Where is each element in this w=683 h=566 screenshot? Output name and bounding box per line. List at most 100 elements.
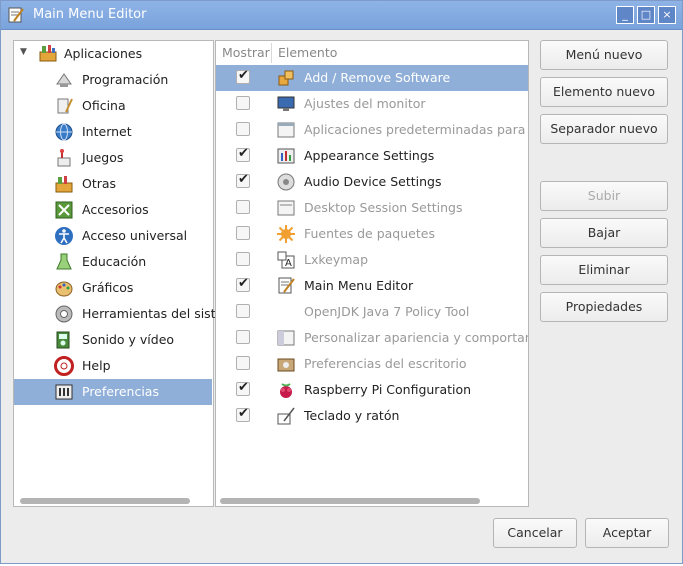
items-list[interactable]: Mostrar Elemento ✔ Add / Remove Software A… [215, 40, 529, 507]
sidebar-item[interactable]: Programación [14, 67, 212, 93]
list-item-label: Main Menu Editor [304, 278, 414, 293]
check-icon: ✔ [238, 276, 249, 291]
list-item[interactable]: ✔ Teclado y ratón [216, 403, 528, 429]
audio-icon [277, 173, 295, 191]
delete-button[interactable]: Eliminar [540, 255, 668, 285]
new-separator-button[interactable]: Separador nuevo [540, 114, 668, 144]
sidebar-item-label: Acceso universal [82, 228, 188, 243]
check-icon: ✔ [238, 172, 249, 187]
sound-video-icon [56, 331, 70, 349]
list-item[interactable]: ✔ Add / Remove Software [216, 65, 528, 91]
list-item-label: Add / Remove Software [304, 70, 451, 85]
list-item-label: Personalizar apariencia y comportamiento [304, 330, 528, 345]
list-item[interactable]: Desktop Session Settings [216, 195, 528, 221]
sidebar-item-label: Oficina [82, 98, 126, 113]
list-horizontal-scrollbar[interactable] [220, 498, 480, 504]
show-checkbox[interactable] [236, 226, 250, 240]
show-checkbox[interactable]: ✔ [236, 406, 250, 422]
desktop-prefs-icon [277, 358, 295, 372]
show-checkbox[interactable] [236, 330, 250, 344]
accessibility-icon [55, 227, 73, 245]
move-up-button[interactable]: Subir [540, 181, 668, 211]
sidebar-item-label: Educación [82, 254, 147, 269]
tree-root-aplicaciones[interactable]: ▼ Aplicaciones [14, 41, 212, 67]
accessories-icon [55, 201, 73, 219]
show-checkbox[interactable] [236, 304, 250, 318]
programming-icon [56, 73, 72, 87]
sidebar-item[interactable]: Juegos [14, 145, 212, 171]
list-item-label: Audio Device Settings [304, 174, 442, 189]
minimize-button[interactable]: _ [616, 6, 634, 24]
show-checkbox[interactable]: ✔ [236, 146, 250, 162]
show-checkbox[interactable] [236, 122, 250, 136]
preferences-icon [55, 384, 73, 400]
maximize-button[interactable]: □ [637, 6, 655, 24]
raspberry-icon [280, 383, 292, 398]
education-icon [56, 253, 72, 270]
monitor-icon [277, 96, 295, 111]
sidebar-item[interactable]: Otras [14, 171, 212, 197]
show-checkbox[interactable] [236, 200, 250, 214]
show-checkbox[interactable]: ✔ [236, 172, 250, 188]
keyboard-mouse-icon [277, 407, 295, 425]
graphics-icon [55, 281, 73, 297]
office-icon [57, 98, 73, 114]
appearance-icon [277, 148, 295, 164]
list-item-label: Raspberry Pi Configuration [304, 382, 472, 397]
sidebar-item-label: Accesorios [82, 202, 149, 217]
list-item-label: Aplicaciones predeterminadas para LXSess… [304, 122, 528, 137]
new-item-button[interactable]: Elemento nuevo [540, 77, 668, 107]
sidebar-item[interactable]: Educación [14, 249, 212, 275]
sidebar-item[interactable]: Herramientas del sistema [14, 301, 243, 327]
internet-icon [55, 123, 73, 141]
check-icon: ✔ [238, 406, 249, 421]
sidebar-item[interactable]: Accesorios [14, 197, 212, 223]
sidebar-item-label: Otras [82, 176, 117, 191]
list-item-label: Appearance Settings [304, 148, 435, 163]
show-checkbox[interactable] [236, 252, 250, 266]
list-item[interactable]: ✔ Audio Device Settings [216, 169, 528, 195]
sidebar-item[interactable]: Acceso universal [14, 223, 212, 249]
sidebar-item-label: Sonido y vídeo [82, 332, 175, 347]
close-button[interactable]: × [658, 6, 676, 24]
sidebar-item[interactable]: Gráficos [14, 275, 212, 301]
package-icon [278, 70, 294, 86]
show-checkbox[interactable] [236, 96, 250, 110]
sources-icon [277, 225, 295, 243]
list-item[interactable]: ✔ Raspberry Pi Configuration [216, 377, 528, 403]
new-menu-button[interactable]: Menú nuevo [540, 40, 668, 70]
list-item[interactable]: OpenJDK Java 7 Policy Tool [216, 299, 528, 325]
sidebar-item[interactable]: Help [14, 353, 212, 379]
list-item[interactable]: Aplicaciones predeterminadas para LXSess… [216, 117, 528, 143]
sidebar-item[interactable]: Sonido y vídeo [14, 327, 212, 353]
list-item[interactable]: ✔ Appearance Settings [216, 143, 528, 169]
list-item-label: Ajustes del monitor [304, 96, 426, 111]
sidebar-item-label: Internet [82, 124, 132, 139]
list-item[interactable]: Personalizar apariencia y comportamiento [216, 325, 528, 351]
show-checkbox[interactable]: ✔ [236, 68, 250, 84]
list-item[interactable]: Preferencias del escritorio [216, 351, 528, 377]
show-checkbox[interactable]: ✔ [236, 276, 250, 292]
list-item[interactable]: ✔ Main Menu Editor [216, 273, 528, 299]
expand-arrow-icon[interactable]: ▼ [20, 47, 27, 57]
sidebar-item[interactable]: Internet [14, 119, 212, 145]
tree-horizontal-scrollbar[interactable] [20, 498, 190, 504]
category-tree[interactable]: ▼ Aplicaciones Programación Oficina Intern… [13, 40, 243, 507]
list-item[interactable]: Fuentes de paquetes [216, 221, 528, 247]
title-bar[interactable]: Main Menu Editor _ □ × [1, 1, 682, 30]
show-checkbox[interactable] [236, 356, 250, 370]
show-checkbox[interactable]: ✔ [236, 380, 250, 396]
sidebar-item[interactable]: Preferencias [14, 379, 212, 405]
accept-button[interactable]: Aceptar [585, 518, 669, 548]
tree-root-label: Aplicaciones [64, 46, 143, 61]
cancel-button[interactable]: Cancelar [493, 518, 577, 548]
list-item[interactable]: A Lxkeymap [216, 247, 528, 273]
properties-button[interactable]: Propiedades [540, 292, 668, 322]
list-item[interactable]: Ajustes del monitor [216, 91, 528, 117]
move-down-button[interactable]: Bajar [540, 218, 668, 248]
sidebar-item-label: Help [82, 358, 111, 373]
list-item-label: OpenJDK Java 7 Policy Tool [304, 304, 470, 319]
window-title: Main Menu Editor [33, 7, 147, 22]
sidebar-item[interactable]: Oficina [14, 93, 212, 119]
list-item-label: Desktop Session Settings [304, 200, 463, 215]
